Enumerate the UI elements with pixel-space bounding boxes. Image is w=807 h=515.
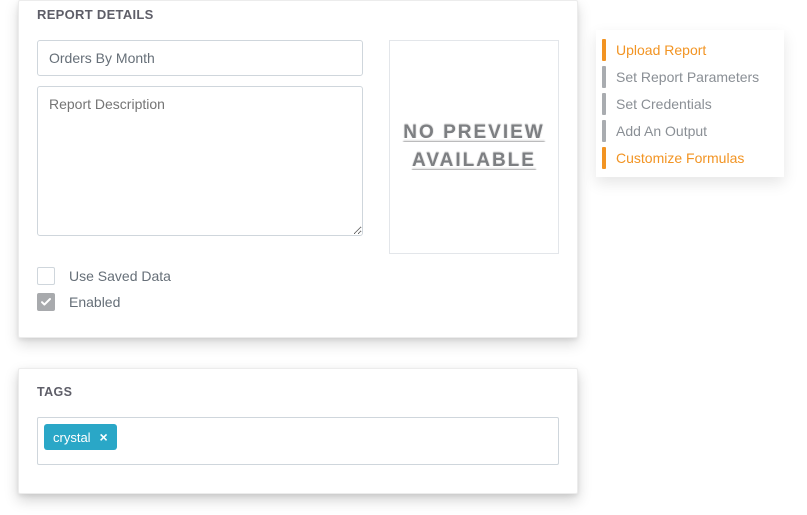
step-label: Set Report Parameters — [616, 69, 759, 85]
use-saved-data-checkbox[interactable] — [37, 267, 55, 285]
tags-card: TAGS crystal × — [18, 368, 578, 494]
step-upload-report[interactable]: Upload Report — [596, 36, 784, 63]
tags-heading: TAGS — [37, 385, 559, 399]
report-preview-box: NO PREVIEW AVAILABLE — [389, 40, 559, 254]
step-label: Set Credentials — [616, 96, 712, 112]
step-indicator-icon — [602, 120, 606, 142]
tag-remove-icon[interactable]: × — [97, 430, 111, 444]
step-indicator-icon — [602, 93, 606, 115]
enabled-label: Enabled — [69, 294, 120, 310]
tag-chip: crystal × — [44, 424, 117, 450]
tag-label: crystal — [53, 430, 91, 445]
enabled-checkbox[interactable] — [37, 293, 55, 311]
step-set-report-parameters[interactable]: Set Report Parameters — [596, 63, 784, 90]
report-description-textarea[interactable] — [37, 86, 363, 236]
step-customize-formulas[interactable]: Customize Formulas — [596, 144, 784, 171]
step-set-credentials[interactable]: Set Credentials — [596, 90, 784, 117]
step-indicator-icon — [602, 147, 606, 169]
report-details-card: REPORT DETAILS Use Saved Data — [18, 0, 578, 338]
step-indicator-icon — [602, 66, 606, 88]
step-add-an-output[interactable]: Add An Output — [596, 117, 784, 144]
step-label: Customize Formulas — [616, 150, 744, 166]
wizard-steps: Upload Report Set Report Parameters Set … — [596, 30, 784, 177]
step-label: Upload Report — [616, 42, 706, 58]
tags-input-box[interactable]: crystal × — [37, 417, 559, 465]
use-saved-data-label: Use Saved Data — [69, 268, 171, 284]
report-details-heading: REPORT DETAILS — [37, 1, 559, 40]
no-preview-text: NO PREVIEW AVAILABLE — [398, 119, 550, 174]
step-indicator-icon — [602, 39, 606, 61]
step-label: Add An Output — [616, 123, 707, 139]
report-name-input[interactable] — [37, 40, 363, 76]
